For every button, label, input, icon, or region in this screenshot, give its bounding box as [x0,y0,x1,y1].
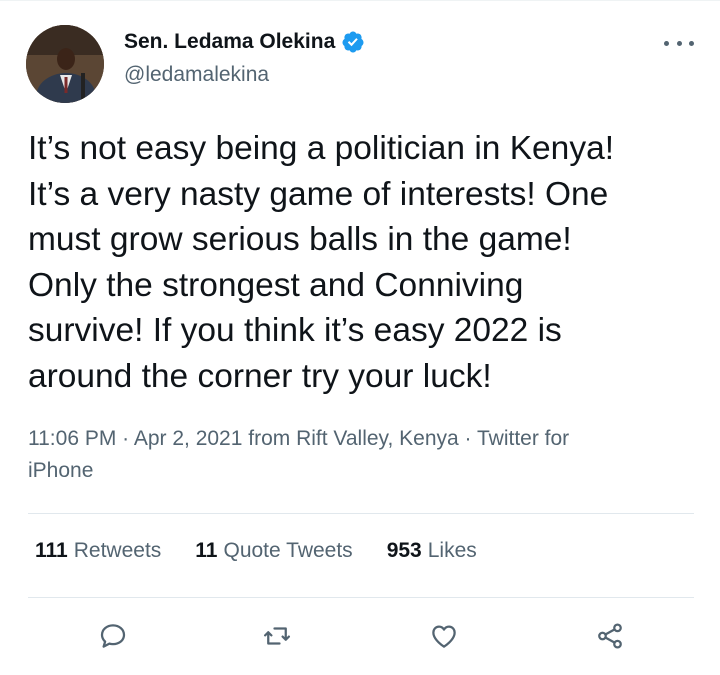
avatar[interactable] [26,25,104,103]
tweet-metadata: 11:06 PM · Apr 2, 2021 from Rift Valley,… [28,423,678,487]
more-dot [664,40,669,46]
likes-count: 953 [386,539,422,562]
likes-stat[interactable]: 953 Likes [387,539,477,563]
verified-badge-icon [341,30,365,54]
more-dot [676,40,682,46]
retweets-label: Retweets [73,539,162,562]
likes-label: Likes [427,539,477,562]
retweets-stat[interactable]: 111 Retweets [35,539,161,563]
author-display-name[interactable]: Sen. Ledama Olekina [124,30,335,54]
tweet-timestamp-source[interactable]: 11:06 PM · Apr 2, 2021 from Rift Valley,… [28,427,569,450]
author-name-row: Sen. Ledama Olekina [124,30,365,54]
author-handle[interactable]: @ledamalekina [124,63,269,87]
retweet-icon [264,627,290,645]
top-border [0,0,720,1]
more-options-icon[interactable] [664,34,694,52]
divider [28,597,694,598]
retweet-button[interactable] [260,619,294,653]
quote-tweets-label: Quote Tweets [223,539,353,562]
divider [28,513,694,514]
tweet-text: It’s not easy being a politician in Keny… [28,130,615,395]
avatar-photo [26,25,104,103]
reply-icon [100,624,126,648]
like-button[interactable] [427,619,461,653]
quote-tweets-stat[interactable]: 11 Quote Tweets [195,539,352,563]
engagement-stats: 111 Retweets 11 Quote Tweets 953 Likes [35,539,511,563]
retweets-count: 111 [35,539,68,562]
share-icon [598,623,622,649]
reply-button[interactable] [96,619,130,653]
heart-icon [432,625,456,648]
more-dot [689,40,694,46]
tweet-client[interactable]: iPhone [28,459,93,482]
quote-tweets-count: 11 [195,539,218,562]
share-button[interactable] [593,619,627,653]
